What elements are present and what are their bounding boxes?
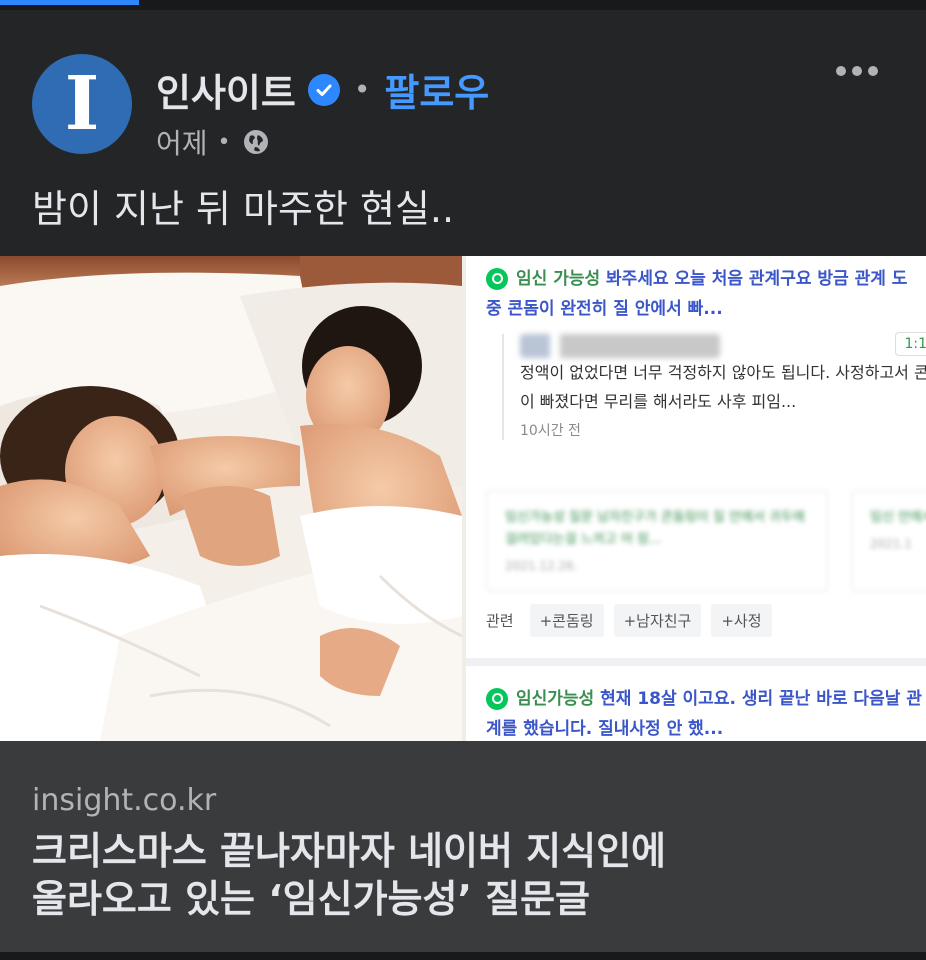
answer-text: 정액이 없었다면 너무 걱정하지 않아도 됩니다. 사정하고서 콘돔이 빠졌다면… xyxy=(520,363,926,411)
tag: +남자친구 xyxy=(613,604,702,637)
post-header: 인사이트 • 팔로우 xyxy=(156,62,489,117)
blurred-user xyxy=(520,334,720,358)
feed-post: I 인사이트 • 팔로우 어제 • 밤이 지난 뒤 마주한 현실.. 임신 가능… xyxy=(0,10,926,952)
question-icon xyxy=(486,268,508,290)
loading-progress xyxy=(0,0,139,5)
meta-separator: • xyxy=(217,129,231,155)
chat-icon: 1:1 xyxy=(895,332,926,356)
globe-icon xyxy=(243,130,268,154)
avatar-letter: I xyxy=(64,61,100,147)
follow-button[interactable]: 팔로우 xyxy=(384,62,489,117)
related-label: 관련 xyxy=(486,612,514,630)
post-image[interactable]: 임신 가능성 봐주세요 오늘 처음 관계구요 방금 관계 도 중 콘돔이 완전히… xyxy=(0,256,926,741)
related-card: 임신가능성 질문 남자친구가 콘돔링이 질 안에서 귀두에 걸려있다는걸 느끼고… xyxy=(486,490,828,592)
post-caption: 밤이 지난 뒤 마주한 현실.. xyxy=(32,187,455,231)
verified-badge-icon xyxy=(307,73,340,106)
top-bar xyxy=(0,0,926,10)
answer-time: 10시간 전 xyxy=(520,423,581,439)
tag: +사정 xyxy=(711,604,772,637)
tag: +콘돔링 xyxy=(529,604,604,637)
question-icon xyxy=(486,688,508,710)
separator-dot: • xyxy=(353,73,371,106)
bed-photo xyxy=(0,256,462,741)
page-name[interactable]: 인사이트 xyxy=(156,62,296,117)
related-tags: 관련 +콘돔링 +남자친구 +사정 xyxy=(486,604,772,637)
post-timestamp[interactable]: 어제 xyxy=(156,122,208,162)
post-meta: 어제 • xyxy=(156,122,271,162)
more-options-icon[interactable] xyxy=(836,66,878,76)
link-domain: insight.co.kr xyxy=(32,783,217,818)
link-headline[interactable]: 크리스마스 끝나자마자 네이버 지식인에 올라오고 있는 ‘임신가능성’ 질문글 xyxy=(32,827,892,923)
naver-search-screenshot: 임신 가능성 봐주세요 오늘 처음 관계구요 방금 관계 도 중 콘돔이 완전히… xyxy=(466,256,926,741)
related-card: 임신 안에서 2021.1 xyxy=(851,490,926,592)
answer-block: 1:1 정액이 없었다면 너무 걱정하지 않아도 됩니다. 사정하고서 콘돔이 … xyxy=(502,332,926,440)
page-avatar[interactable]: I xyxy=(32,54,132,154)
question-1: 임신 가능성 봐주세요 오늘 처음 관계구요 방금 관계 도 중 콘돔이 완전히… xyxy=(486,268,908,319)
divider xyxy=(466,658,926,666)
link-preview[interactable]: insight.co.kr 크리스마스 끝나자마자 네이버 지식인에 올라오고 … xyxy=(0,741,926,952)
question-2: 임신가능성 현재 18살 이고요. 생리 끝난 바로 다음날 관계를 했습니다.… xyxy=(486,688,922,739)
related-cards: 임신가능성 질문 남자친구가 콘돔링이 질 안에서 귀두에 걸려있다는걸 느끼고… xyxy=(486,490,926,592)
